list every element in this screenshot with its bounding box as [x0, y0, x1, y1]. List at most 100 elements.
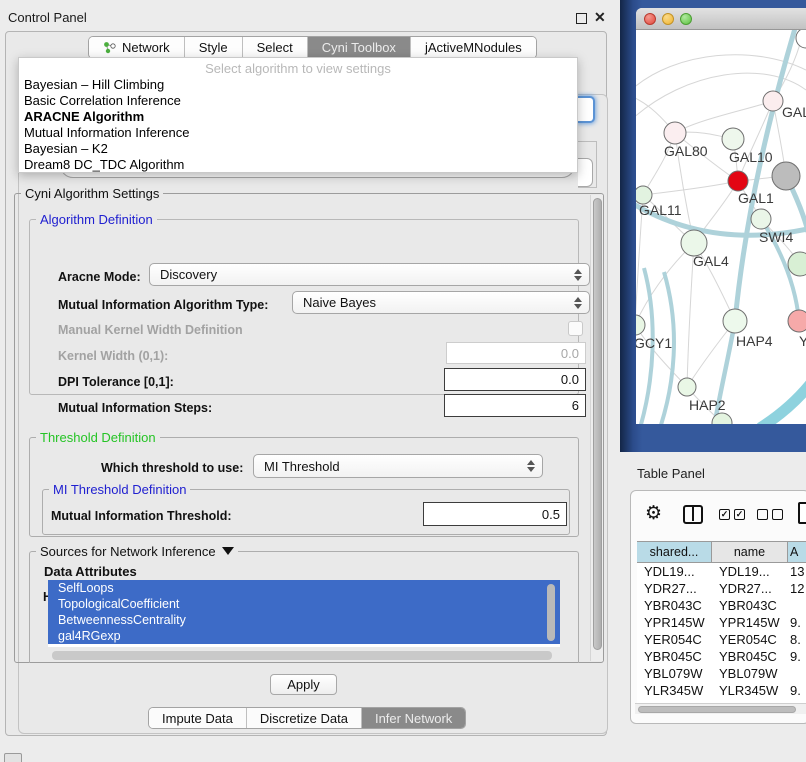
tab-select[interactable]: Select	[242, 37, 307, 58]
combo-spinner-icon	[527, 455, 535, 477]
aracne-mode-combobox[interactable]: Discovery	[149, 263, 590, 286]
network-node[interactable]	[728, 171, 748, 191]
kernel-width-field[interactable]: 0.0	[446, 342, 586, 364]
network-edge	[636, 243, 694, 325]
network-node[interactable]	[763, 91, 783, 111]
tab-jactivemnodules[interactable]: jActiveMNodules	[410, 37, 536, 58]
table-row[interactable]: YBL079WYBL079W	[637, 665, 806, 682]
data-attributes-list[interactable]: SelfLoopsTopologicalCoefficientBetweenne…	[48, 580, 560, 647]
table-row[interactable]: YBR045CYBR045C9.	[637, 648, 806, 665]
algorithm-option[interactable]: Dream8 DC_TDC Algorithm	[19, 157, 577, 173]
network-node-label: GAL1	[738, 190, 774, 206]
table-panel: ⚙ ✓ ✓ shared... name A YDL19...YDL19...1…	[630, 490, 806, 724]
cyni-algorithm-settings-group: Cyni Algorithm Settings Algorithm Defini…	[14, 193, 604, 663]
combo-spinner-icon	[574, 292, 582, 313]
network-desktop: GAL80GAL10GAL1GAL11SWI4GAL4GALGCY1HAP4YH…	[620, 0, 806, 452]
table-row[interactable]: YDL19...YDL19...13	[637, 563, 806, 580]
network-node[interactable]	[722, 128, 744, 150]
dpi-tolerance-field[interactable]: 0.0	[444, 368, 586, 391]
algorithm-option[interactable]: ARACNE Algorithm	[19, 109, 577, 125]
tab-impute-data[interactable]: Impute Data	[149, 708, 246, 728]
table-row[interactable]: YBR043CYBR043C	[637, 597, 806, 614]
tab-infer-network[interactable]: Infer Network	[361, 708, 465, 728]
algorithm-option[interactable]: Mutual Information Inference	[19, 125, 577, 141]
network-node-label: HAP2	[689, 397, 726, 413]
network-window[interactable]: GAL80GAL10GAL1GAL11SWI4GAL4GALGCY1HAP4YH…	[636, 8, 806, 424]
table-cell: YLR345W	[637, 683, 712, 698]
attribute-list-item[interactable]: SelfLoops	[48, 580, 560, 596]
window-minimize-icon[interactable]	[662, 13, 674, 25]
mi-steps-label: Mutual Information Steps:	[58, 401, 212, 415]
table-cell: YBR045C	[712, 649, 788, 664]
network-canvas[interactable]: GAL80GAL10GAL1GAL11SWI4GAL4GALGCY1HAP4YH…	[636, 30, 806, 424]
gear-icon[interactable]: ⚙	[645, 504, 662, 523]
threshold-definition-group: Threshold Definition Which threshold to …	[29, 437, 579, 537]
mi-threshold-field[interactable]: 0.5	[423, 502, 567, 526]
document-icon[interactable]	[798, 502, 806, 524]
attribute-list-item[interactable]: TopologicalCoefficient	[48, 596, 560, 612]
expand-down-icon	[222, 547, 234, 555]
network-node[interactable]	[751, 209, 771, 229]
attributes-vscrollbar[interactable]	[546, 582, 557, 644]
tab-style-label: Style	[199, 40, 228, 55]
table-cell: YER054C	[637, 632, 712, 647]
window-close-icon[interactable]	[644, 13, 656, 25]
table-row[interactable]: YPR145WYPR145W9.	[637, 614, 806, 631]
mi-type-combobox[interactable]: Naive Bayes	[292, 291, 590, 314]
network-node[interactable]	[772, 162, 800, 190]
tab-network[interactable]: Network	[89, 37, 184, 58]
popup-placeholder: Select algorithm to view settings	[19, 60, 577, 77]
mi-threshold-label: Mutual Information Threshold:	[51, 509, 232, 523]
column-header-partial[interactable]: A	[788, 542, 806, 562]
attributes-vscrollbar-thumb[interactable]	[547, 584, 555, 641]
table-row[interactable]: YLR345WYLR345W9.	[637, 682, 806, 699]
close-icon[interactable]: ✕	[594, 9, 606, 26]
settings-scrollbar-thumb[interactable]	[593, 198, 602, 650]
mi-threshold-definition-title: MI Threshold Definition	[49, 482, 190, 497]
column-header-shared[interactable]: shared...	[637, 542, 712, 562]
network-node[interactable]	[678, 378, 696, 396]
apply-button[interactable]: Apply	[270, 674, 337, 695]
table-row[interactable]: YER054CYER054C8.	[637, 631, 806, 648]
table-hscrollbar-thumb[interactable]	[638, 706, 796, 713]
deselect-all-icon[interactable]	[757, 509, 783, 520]
network-node[interactable]	[636, 315, 645, 335]
combo-spinner-icon	[574, 264, 582, 285]
float-icon[interactable]	[576, 13, 587, 24]
algorithm-option[interactable]: Bayesian – K2	[19, 141, 577, 157]
tab-style[interactable]: Style	[184, 37, 242, 58]
algorithm-list: Bayesian – Hill ClimbingBasic Correlatio…	[19, 77, 577, 173]
minimized-panel-chip[interactable]	[4, 753, 22, 762]
mi-steps-field[interactable]: 6	[444, 394, 586, 417]
window-zoom-icon[interactable]	[680, 13, 692, 25]
which-threshold-combobox[interactable]: MI Threshold	[253, 454, 543, 478]
table-row[interactable]: YDR27...YDR27...12	[637, 580, 806, 597]
network-node[interactable]	[796, 30, 806, 48]
algorithm-option[interactable]: Bayesian – Hill Climbing	[19, 77, 577, 93]
attribute-list-item[interactable]: BetweennessCentrality	[48, 612, 560, 628]
tab-discretize-data[interactable]: Discretize Data	[246, 708, 361, 728]
manual-kernel-checkbox[interactable]	[568, 321, 583, 336]
tab-cyni-toolbox[interactable]: Cyni Toolbox	[307, 37, 410, 58]
network-window-titlebar[interactable]	[636, 8, 806, 30]
attributes-hscrollbar[interactable]	[52, 651, 552, 660]
network-node-label: GAL80	[664, 143, 708, 159]
network-node[interactable]	[788, 310, 806, 332]
table-hscrollbar[interactable]	[635, 703, 806, 714]
column-header-name[interactable]: name	[712, 542, 788, 562]
attribute-list-item[interactable]: gal4RGexp	[48, 628, 560, 644]
select-all-icon[interactable]: ✓ ✓	[719, 509, 745, 520]
network-node[interactable]	[788, 252, 806, 276]
table-cell: YDR27...	[637, 581, 712, 596]
sources-toggle[interactable]: Sources for Network Inference	[36, 544, 238, 559]
network-node[interactable]	[664, 122, 686, 144]
columns-icon[interactable]	[683, 505, 703, 524]
control-panel-tabs: Network Style Select Cyni Toolbox jActiv…	[88, 36, 537, 59]
algorithm-option[interactable]: Basic Correlation Inference	[19, 93, 577, 109]
table-cell: 9.	[788, 649, 806, 664]
which-threshold-label: Which threshold to use:	[101, 461, 243, 475]
network-node[interactable]	[723, 309, 747, 333]
settings-scrollbar[interactable]	[590, 195, 603, 661]
table-cell: 9.	[788, 615, 806, 630]
table-cell: YPR145W	[712, 615, 788, 630]
